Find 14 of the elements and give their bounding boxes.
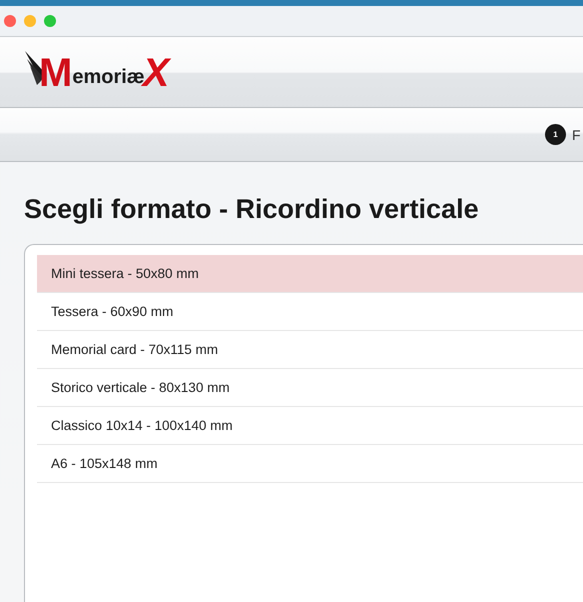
format-option[interactable]: Mini tessera - 50x80 mm [37, 255, 583, 293]
format-option[interactable]: Classico 10x14 - 100x140 mm [37, 407, 583, 445]
format-option[interactable]: Storico verticale - 80x130 mm [37, 369, 583, 407]
logo-letter: M [39, 53, 72, 93]
format-option[interactable]: Memorial card - 70x115 mm [37, 331, 583, 369]
close-button[interactable] [4, 15, 16, 27]
logo-letter: X [142, 53, 170, 93]
step-number: 1 [545, 124, 566, 145]
zoom-button[interactable] [44, 15, 56, 27]
page-heading: Scegli formato - Ricordino verticale [24, 193, 480, 226]
minimize-button[interactable] [24, 15, 36, 27]
step-label[interactable]: F [572, 126, 581, 142]
format-option[interactable]: A6 - 105x148 mm [37, 445, 583, 483]
format-option[interactable]: Tessera - 60x90 mm [37, 293, 583, 331]
